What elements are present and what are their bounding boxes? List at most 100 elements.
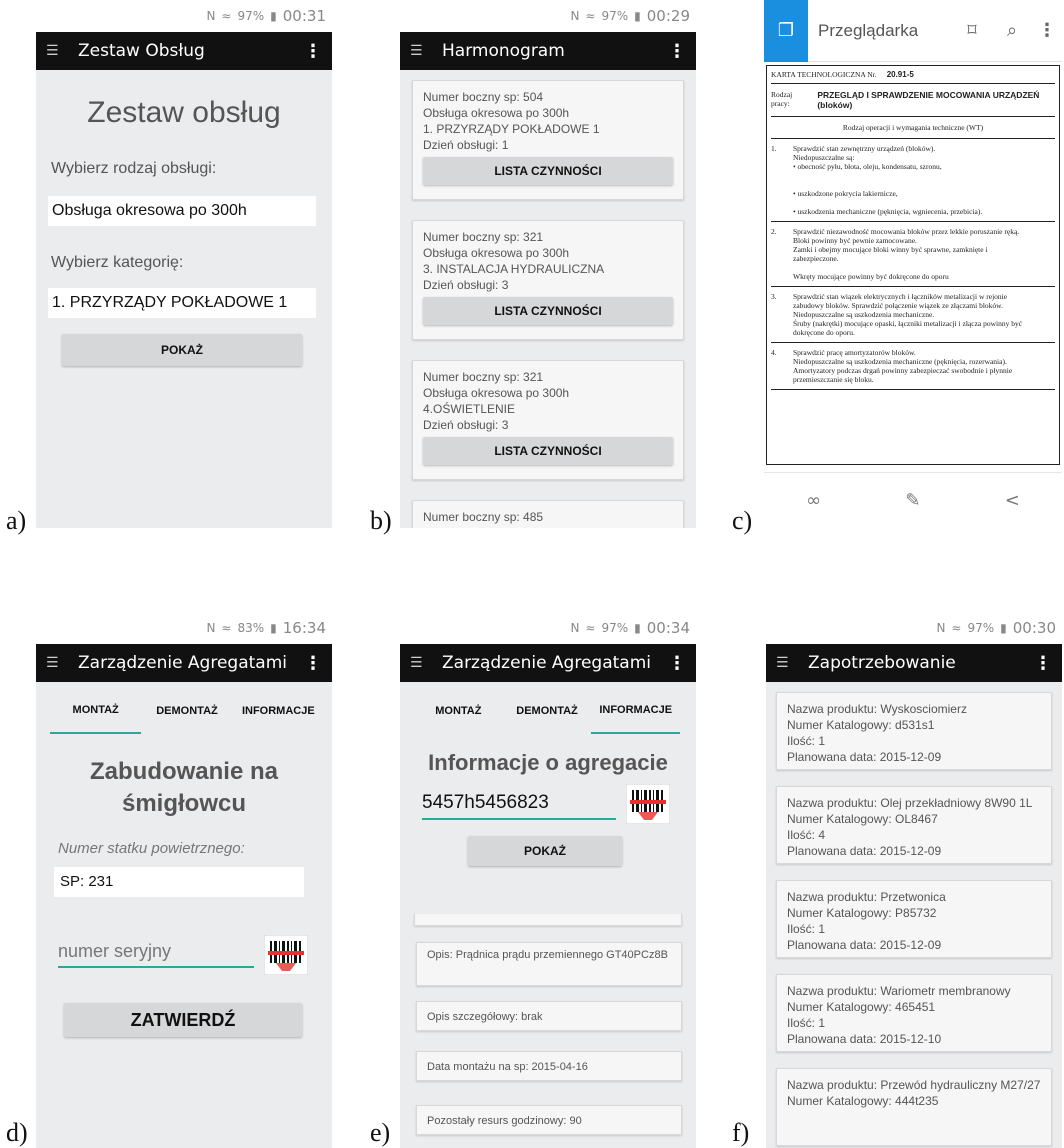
show-button[interactable]: POKAŻ	[62, 334, 302, 366]
info-card-partial	[414, 914, 682, 926]
doc-item: 1. Sprawdzić stan zewnętrzny urządzeń (bl…	[771, 139, 1055, 222]
bookmark-icon[interactable]: ⌑	[952, 20, 992, 41]
screen-zestaw-obslug: N ≈ 97% ▮ 00:31 ☰ Zestaw Obsług ⋮ Zestaw…	[36, 0, 332, 528]
page-title-line-1: Zabudowanie na	[89, 758, 278, 785]
menu-icon[interactable]: ☰	[776, 655, 808, 671]
barcode-scan-icon[interactable]	[625, 783, 671, 825]
app-bar: ☰ Zarządzenie Agregatami ⋮	[36, 644, 332, 682]
overflow-menu-icon[interactable]: ⋮	[668, 653, 686, 674]
info-card: Opis: Prądnica prądu przemiennego GT40PC…	[416, 942, 682, 986]
panel-label-f: f)	[732, 1118, 750, 1147]
card-line: Numer boczny sp: 321	[423, 230, 544, 244]
serial-input[interactable]: numer seryjny	[58, 941, 254, 968]
tab-montaz[interactable]: MONTAŻ	[50, 688, 142, 734]
barcode-scan-icon[interactable]	[263, 934, 309, 976]
doc-item-line: Śruby (nakrętki) mocujące opaski, łączni…	[793, 319, 1023, 328]
confirm-button[interactable]: ZATWIERDŹ	[64, 1003, 302, 1037]
doc-work-title: PRZEGLĄD I SPRAWDZENIE MOCOWANIA URZĄDZE…	[817, 90, 1040, 110]
share-icon[interactable]: <	[1005, 490, 1020, 511]
overflow-menu-icon[interactable]: ⋮	[304, 41, 322, 62]
product-name: Nazwa produktu: Wyskosciomierz	[787, 702, 967, 716]
activities-button[interactable]: LISTA CZYNNOŚCI	[423, 297, 673, 325]
doc-items: 1. Sprawdzić stan zewnętrzny urządzeń (bl…	[771, 139, 1055, 390]
menu-icon[interactable]: ☰	[410, 43, 442, 59]
planned-date: Planowana data: 2015-12-10	[787, 1032, 942, 1046]
doc-item: 3. Sprawdzić stan wiązek elektrycznych i …	[771, 287, 1055, 343]
menu-icon[interactable]: ☰	[410, 655, 442, 671]
doc-item-number: 4.	[771, 348, 777, 357]
app-title: Przeglądarka	[818, 20, 919, 40]
request-card[interactable]: Nazwa produktu: Olej przekładniowy 8W90 …	[776, 786, 1052, 864]
menu-icon[interactable]: ☰	[46, 655, 78, 671]
tab-montaz[interactable]: MONTAŻ	[414, 688, 503, 734]
planned-date: Planowana data: 2015-12-09	[787, 938, 942, 952]
app-title: Harmonogram	[442, 41, 565, 61]
overflow-menu-icon[interactable]: ⋮	[668, 41, 686, 62]
catalog-number: Numer Katalogowy: P85732	[787, 906, 937, 920]
overflow-menu-icon[interactable]: ⋮	[1032, 20, 1062, 41]
menu-icon[interactable]: ☰	[46, 43, 78, 59]
comment-icon[interactable]: ✎	[905, 490, 920, 511]
category-select[interactable]: 1. PRZYRZĄDY POKŁADOWE 1	[48, 288, 316, 318]
quantity: Ilość: 1	[787, 734, 826, 748]
info-card: Opis szczegółowy: brak	[416, 1001, 682, 1031]
type-select[interactable]: Obsługa okresowa po 300h	[48, 196, 316, 226]
serial-row: numer seryjny	[58, 934, 332, 977]
product-name: Nazwa produktu: Przewód hydrauliczny M27…	[787, 1078, 1041, 1092]
doc-item-line: Sprawdzić pracę amortyzatorów bloków.	[793, 348, 916, 357]
nfc-icon: N	[206, 9, 216, 23]
reading-mode-icon[interactable]: ∞	[806, 490, 821, 511]
app-title: Zarządzenie Agregatami	[442, 653, 651, 673]
type-label: Wybierz rodzaj obsługi:	[51, 160, 217, 177]
activities-button[interactable]: LISTA CZYNNOŚCI	[423, 437, 673, 465]
nfc-icon: N	[936, 621, 946, 635]
request-card[interactable]: Nazwa produktu: Przewód hydrauliczny M27…	[776, 1068, 1052, 1146]
search-icon[interactable]: ⌕	[992, 20, 1032, 41]
schedule-card: Numer boczny sp: 485	[412, 500, 684, 528]
tab-demontaz[interactable]: DEMONTAŻ	[503, 688, 592, 734]
catalog-number: Numer Katalogowy: 444t235	[787, 1094, 939, 1108]
aircraft-label: Numer statku powietrznego:	[58, 840, 245, 857]
doc-item-line: Bloki powinny być pewnie zamocowane.	[793, 236, 917, 245]
tab-informacje[interactable]: INFORMACJE	[233, 688, 324, 734]
tab-informacje[interactable]: INFORMACJE	[591, 688, 681, 734]
card-line: Obsługa okresowa po 300h	[423, 246, 570, 260]
doc-card-label: KARTA TECHNOLOGICZNA Nr.	[771, 70, 877, 79]
request-card[interactable]: Nazwa produktu: Wariometr membranowy Num…	[776, 974, 1052, 1052]
catalog-number: Numer Katalogowy: OL8467	[787, 812, 938, 826]
card-line: Dzień obsługi: 1	[423, 138, 509, 152]
battery-icon: ▮	[270, 9, 277, 23]
info-text: Opis: Prądnica prądu przemiennego GT40PC…	[427, 949, 668, 961]
battery-icon: ▮	[1000, 621, 1007, 635]
nfc-icon: N	[206, 621, 216, 635]
doc-item-line	[793, 171, 1055, 180]
battery-icon: ▮	[634, 621, 641, 635]
app-bar: ☰ Zapotrzebowanie ⋮	[766, 644, 1062, 682]
screen-harmonogram: N ≈ 97% ▮ 00:29 ☰ Harmonogram ⋮ Numer bo…	[400, 0, 696, 528]
info-card: Pozostały resurs godzinowy: 90	[416, 1105, 682, 1135]
screen-zapotrzebowanie: N ≈ 97% ▮ 00:30 ☰ Zapotrzebowanie ⋮ Nazw…	[766, 612, 1062, 1148]
status-bar: N ≈ 97% ▮ 00:29	[400, 0, 696, 32]
clock: 16:34	[282, 619, 326, 637]
overflow-menu-icon[interactable]: ⋮	[1034, 653, 1052, 674]
doc-item-line: Amortyzatory podczas drgań powinny zabez…	[793, 366, 1013, 375]
doc-work-row: Rodzaj pracy: PRZEGLĄD I SPRAWDZENIE MOC…	[771, 84, 1055, 117]
doc-item-line: zabezpieczone.	[793, 254, 839, 263]
show-button[interactable]: POKAŻ	[468, 836, 622, 866]
request-card[interactable]: Nazwa produktu: Wyskosciomierz Numer Kat…	[776, 692, 1052, 770]
product-name: Nazwa produktu: Wariometr membranowy	[787, 984, 1011, 998]
planned-date: Planowana data: 2015-12-09	[787, 844, 942, 858]
clock: 00:34	[646, 619, 690, 637]
doc-section-heading: Rodzaj operacji i wymagania techniczne (…	[771, 117, 1055, 139]
tab-demontaz[interactable]: DEMONTAŻ	[141, 688, 232, 734]
doc-item-line	[793, 198, 1055, 207]
serial-input[interactable]: 5457h5456823	[422, 792, 616, 820]
schedule-card: Numer boczny sp: 321 Obsługa okresowa po…	[412, 220, 684, 340]
activities-button[interactable]: LISTA CZYNNOŚCI	[423, 157, 673, 185]
request-card[interactable]: Nazwa produktu: Przetwonica Numer Katalo…	[776, 880, 1052, 958]
doc-item-line: Sprawdzić stan zewnętrzny urządzeń (blok…	[793, 144, 936, 153]
aircraft-field[interactable]: SP: 231	[54, 867, 304, 897]
overflow-menu-icon[interactable]: ⋮	[304, 653, 322, 674]
planned-date: Planowana data: 2015-12-09	[787, 750, 942, 764]
document-icon[interactable]: ❐	[764, 0, 808, 62]
